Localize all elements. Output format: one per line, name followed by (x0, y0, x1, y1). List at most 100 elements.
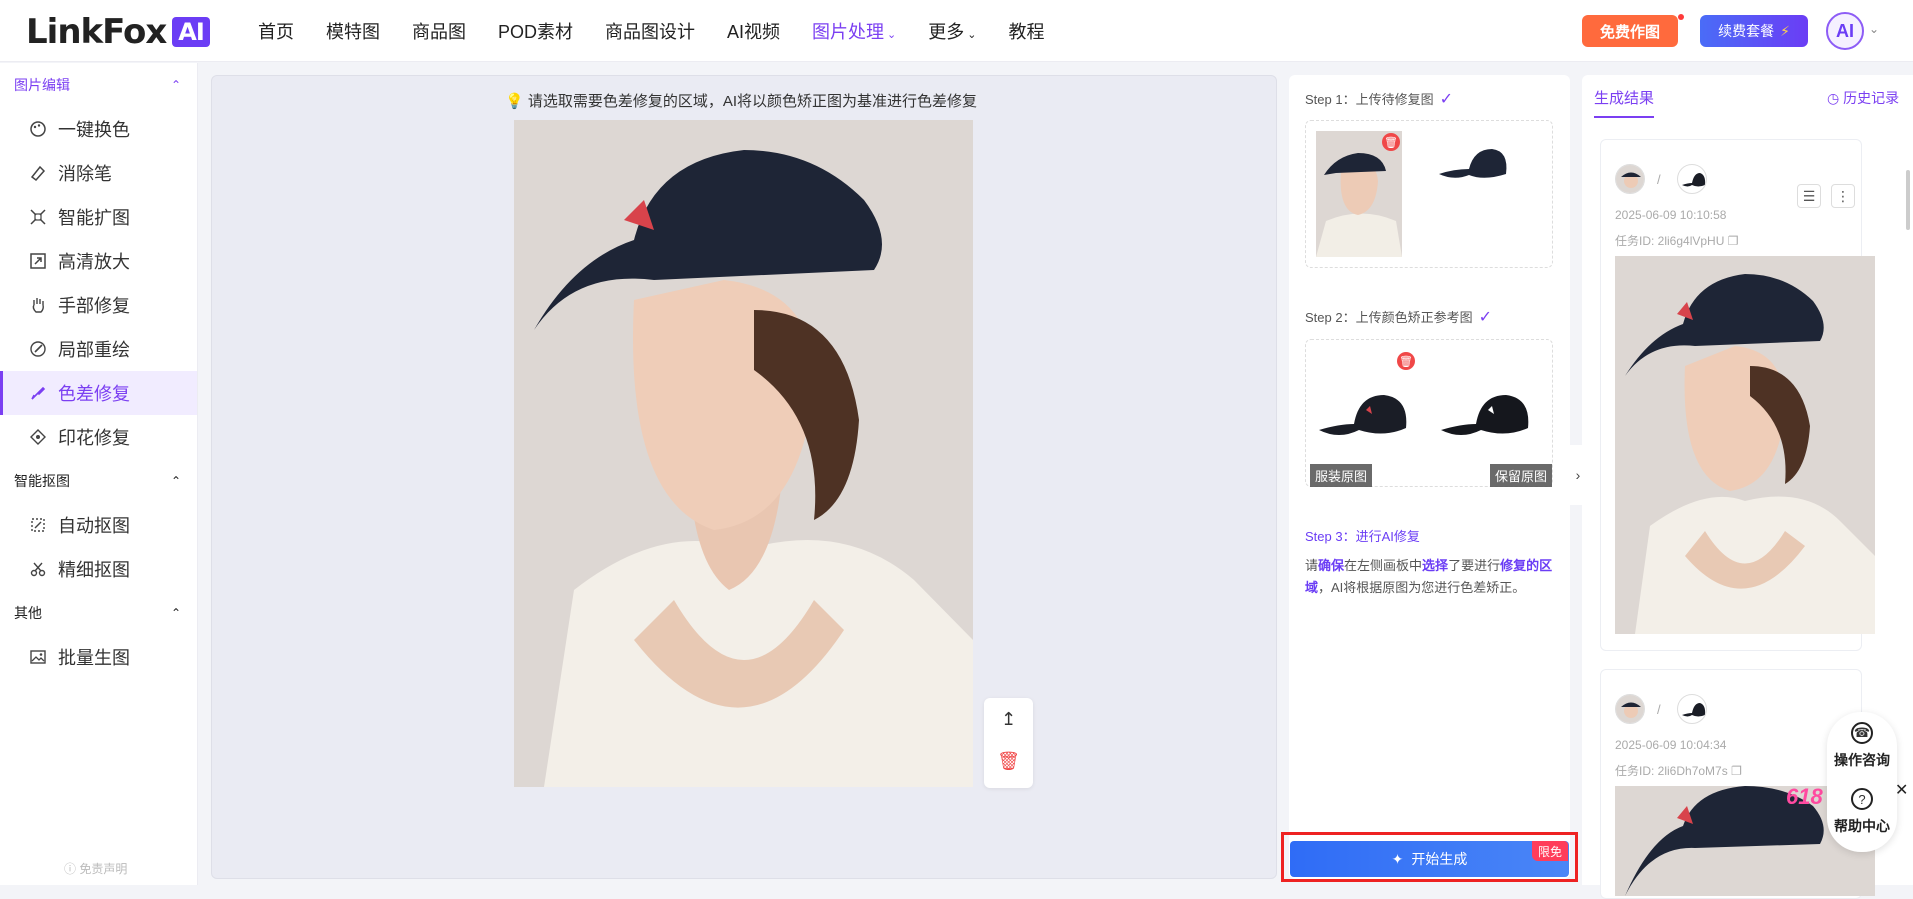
step1-upload-box[interactable]: 🗑 (1305, 120, 1553, 268)
fine-cutout-icon (28, 559, 48, 579)
color-fix-icon (28, 383, 48, 403)
sidebar-item-color-fix[interactable]: 色差修复 (0, 371, 197, 415)
expand-icon (28, 207, 48, 227)
settings-icon[interactable]: ☰ (1797, 184, 1821, 208)
magic-wand-icon: ✦ (1391, 850, 1404, 867)
cap-avatar (1677, 164, 1707, 194)
canvas-tip: 💡 请选取需要色差修复的区域，AI将以颜色矫正图为基准进行色差修复 (505, 93, 978, 110)
chevron-down-icon: ⌄ (887, 29, 897, 41)
separator: / (1657, 172, 1661, 187)
main-nav: 首页 模特图 商品图 POD素材 商品图设计 AI视频 图片处理 ⌄ 更多 ⌄ 教程 (258, 0, 1076, 62)
step2-upload-box[interactable]: 🗑 服装原图 保留原图 (1305, 339, 1553, 487)
renew-plan-button[interactable]: 续费套餐 ⚡ (1700, 15, 1808, 47)
hand-icon (28, 295, 48, 315)
result-image[interactable] (1615, 256, 1875, 634)
nav-product-image[interactable]: 商品图 (412, 18, 466, 44)
sidebar-section-other[interactable]: 其他 ⌃ (0, 591, 197, 635)
limited-free-badge: 限免 (1532, 841, 1568, 861)
task-id: 任务ID: 2li6g4lVpHU ❐ (1615, 234, 1739, 248)
help-center-link[interactable]: 帮助中心 (1827, 816, 1897, 836)
copy-icon[interactable]: ❐ (1731, 764, 1742, 778)
nav-product-design[interactable]: 商品图设计 (605, 18, 695, 44)
nav-home[interactable]: 首页 (258, 18, 294, 44)
label-keep: 保留原图 (1490, 464, 1552, 487)
close-icon[interactable]: ✕ (1895, 780, 1908, 800)
headset-icon[interactable]: ☎ (1851, 722, 1873, 744)
avatar[interactable]: AI (1826, 12, 1864, 50)
step1-thumb-model[interactable]: 🗑 (1316, 131, 1402, 257)
nav-model-image[interactable]: 模特图 (326, 18, 380, 44)
step3-title: Step 3：进行AI修复 (1305, 529, 1420, 544)
cap-avatar (1677, 694, 1707, 724)
sidebar-section-cutout[interactable]: 智能抠图 ⌃ (0, 459, 197, 503)
cap-original-thumbnail (1319, 395, 1407, 435)
nav-ai-video[interactable]: AI视频 (727, 18, 780, 44)
result-portrait (1625, 274, 1875, 634)
scrollbar[interactable] (1906, 170, 1910, 230)
chevron-up-icon: ⌃ (170, 474, 181, 488)
generate-button[interactable]: ✦ 开始生成 (1290, 841, 1569, 877)
sidebar-item-hand-fix[interactable]: 手部修复 (0, 283, 197, 327)
promo-618[interactable]: 618 (1786, 784, 1823, 810)
sidebar-section-image-edit[interactable]: 图片编辑 ⌃ (0, 63, 197, 107)
upload-icon[interactable]: ↥ (984, 698, 1033, 740)
sidebar-item-eraser[interactable]: 消除笔 (0, 151, 197, 195)
nav-tutorial[interactable]: 教程 (1008, 18, 1044, 44)
step2-thumb-keep[interactable] (1436, 380, 1541, 450)
steps-panel: Step 1：上传待修复图 ✓ 🗑 Step 2：上传颜色矫正参考图 ✓ 🗑 服装原… (1289, 75, 1570, 879)
step2-thumb-original[interactable] (1314, 380, 1419, 450)
more-icon[interactable]: ⋮ (1831, 184, 1855, 208)
result-date: 2025-06-09 10:10:58 (1615, 208, 1727, 222)
step3-instructions: 请确保在左侧画板中选择了要进行修复的区域，AI将根据原图为您进行色差矫正。 (1305, 558, 1553, 595)
trash-icon[interactable]: 🗑 (984, 740, 1033, 782)
question-icon[interactable]: ? (1851, 788, 1873, 810)
sidebar-item-inpaint[interactable]: 局部重绘 (0, 327, 197, 371)
logo[interactable]: LinkFox AI (26, 12, 210, 52)
sidebar-item-print-fix[interactable]: 印花修复 (0, 415, 197, 459)
notification-dot (1678, 14, 1684, 20)
sidebar-item-upscale[interactable]: 高清放大 (0, 239, 197, 283)
bulb-icon: 💡 (505, 93, 524, 110)
check-icon: ✓ (1478, 309, 1492, 326)
nav-image-processing[interactable]: 图片处理 ⌄ (812, 18, 896, 44)
sidebar-item-recolor[interactable]: 一键换色 (0, 107, 197, 151)
brush-icon (28, 339, 48, 359)
disclaimer-link[interactable]: ⓘ 免责声明 (64, 860, 127, 877)
chevron-up-icon: ⌃ (170, 606, 181, 620)
model-avatar (1615, 164, 1645, 194)
chevron-right-icon: › (1575, 467, 1581, 483)
chevron-down-icon[interactable]: ⌄ (1869, 22, 1879, 36)
task-id: 任务ID: 2li6Dh7oM7s ❐ (1615, 764, 1742, 778)
check-icon: ✓ (1439, 91, 1453, 108)
tab-results[interactable]: 生成结果 (1594, 87, 1655, 118)
sidebar-item-expand[interactable]: 智能扩图 (0, 195, 197, 239)
free-create-button[interactable]: 免费作图 (1582, 15, 1678, 47)
label-original: 服装原图 (1310, 464, 1373, 487)
sidebar: 图片编辑 ⌃ 一键换色 消除笔 智能扩图 高清放大 手部修复 局部重绘 色差修复 … (0, 63, 198, 885)
cap-thumbnail (1439, 149, 1507, 178)
eraser-icon (28, 163, 48, 183)
top-bar: LinkFox AI 首页 模特图 商品图 POD素材 商品图设计 AI视频 图片… (0, 0, 1913, 62)
delete-icon[interactable]: 🗑 (1382, 133, 1400, 151)
copy-icon[interactable]: ❐ (1728, 234, 1739, 248)
source-photo[interactable] (514, 120, 973, 787)
sidebar-item-batch[interactable]: 批量生图 (0, 635, 197, 679)
nav-more[interactable]: 更多 ⌄ (928, 18, 976, 44)
step1-thumb-cap[interactable] (1434, 139, 1514, 189)
model-avatar (1615, 694, 1645, 724)
portrait-illustration (514, 120, 973, 787)
chevron-down-icon: ⌄ (967, 29, 977, 41)
nav-pod[interactable]: POD素材 (498, 18, 573, 44)
lightning-icon: ⚡ (1780, 22, 1790, 39)
sidebar-item-auto-cutout[interactable]: 自动抠图 (0, 503, 197, 547)
delete-icon[interactable]: 🗑 (1397, 352, 1415, 370)
cap-reference-thumbnail (1441, 395, 1529, 435)
print-icon (28, 427, 48, 447)
history-link[interactable]: ◷ 历史记录 (1827, 88, 1899, 108)
info-icon: ⓘ (64, 862, 77, 876)
result-card[interactable]: / 2025-06-09 10:10:58 任务ID: 2li6g4lVpHU … (1600, 139, 1875, 651)
sidebar-item-fine-cutout[interactable]: 精细抠图 (0, 547, 197, 591)
consult-link[interactable]: 操作咨询 (1827, 750, 1897, 770)
chevron-up-icon: ⌃ (170, 78, 181, 92)
auto-cutout-icon (28, 515, 48, 535)
